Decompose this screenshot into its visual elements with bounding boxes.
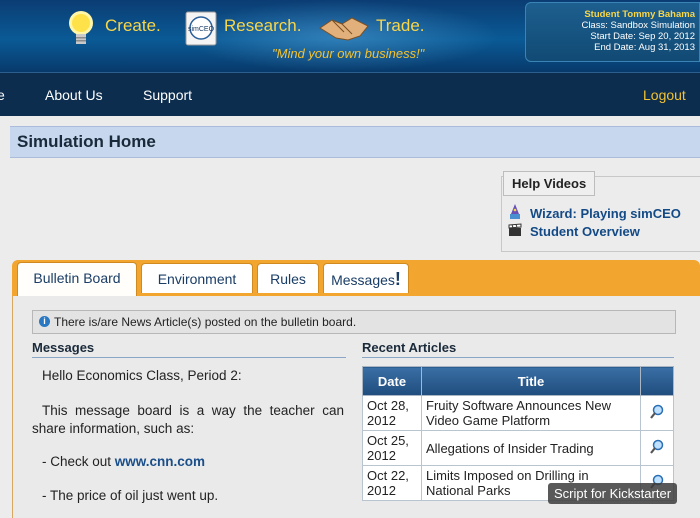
class-name: Class: Sandbox Simulation — [581, 20, 695, 31]
student-name: Student Tommy Bahama — [584, 9, 695, 20]
message-item-cnn-prefix: - Check out — [42, 454, 112, 469]
tab-environment-label: Environment — [157, 271, 237, 287]
recent-articles-heading: Recent Articles — [362, 340, 674, 358]
magnifier-icon — [650, 439, 664, 454]
message-paragraph: This message board is a way the teacher … — [32, 403, 344, 436]
message-item-cnn: - Check out www.cnn.com — [42, 454, 205, 469]
messages-heading: Messages — [32, 340, 346, 358]
tab-messages-label: Messages — [331, 272, 395, 288]
logout-link[interactable]: Logout — [643, 87, 686, 103]
article-date: Oct 28, 2012 — [362, 395, 422, 431]
content-area: Simulation Home Help Videos Wizard: Play… — [0, 116, 700, 518]
start-date: Start Date: Sep 20, 2012 — [590, 31, 695, 42]
view-article-button[interactable] — [640, 430, 674, 466]
help-videos-legend: Help Videos — [503, 171, 596, 196]
messages-alert-badge: ! — [394, 269, 401, 289]
nav-item-about-us[interactable]: About Us — [45, 87, 103, 103]
student-info-box: Student Tommy Bahama Class: Sandbox Simu… — [525, 2, 700, 62]
simceo-logo-icon: simCEO — [185, 11, 217, 46]
tab-messages[interactable]: Messages! — [323, 263, 409, 293]
recent-articles-table: Date Title Oct 28, 2012 Fruity Software … — [362, 366, 674, 501]
message-item-oil: - The price of oil just went up. — [42, 488, 219, 503]
magnifier-icon — [650, 404, 664, 419]
table-header-row: Date Title — [362, 366, 674, 396]
table-row[interactable]: Oct 25, 2012 Allegations of Insider Trad… — [362, 430, 674, 466]
help-link-student-overview[interactable]: Student Overview — [530, 224, 640, 239]
col-date: Date — [362, 366, 422, 396]
nav-item-home[interactable]: e — [0, 87, 5, 103]
tab-rules[interactable]: Rules — [257, 263, 319, 293]
page-title-bar: Simulation Home — [10, 126, 700, 158]
news-notice-text: There is/are News Article(s) posted on t… — [54, 315, 357, 329]
tab-rules-label: Rules — [270, 271, 306, 287]
main-nav: e About Us Support Logout — [0, 72, 700, 117]
tab-bulletin-board[interactable]: Bulletin Board — [17, 262, 137, 296]
kickstarter-script-overlay: Script for Kickstarter — [548, 483, 678, 504]
brand-research-label: Research. — [224, 16, 302, 35]
end-date: End Date: Aug 31, 2013 — [594, 42, 695, 53]
news-notice: i There is/are News Article(s) posted on… — [32, 310, 676, 334]
svg-text:simCEO: simCEO — [188, 26, 215, 33]
tab-environment[interactable]: Environment — [141, 263, 253, 293]
lightbulb-icon — [69, 11, 93, 44]
brand-create-label: Create. — [105, 16, 161, 35]
brand-trade-label: Trade. — [376, 16, 425, 35]
article-title[interactable]: Fruity Software Announces New Video Game… — [421, 395, 641, 431]
view-article-button[interactable] — [640, 395, 674, 431]
info-icon: i — [39, 316, 50, 327]
help-link-wizard[interactable]: Wizard: Playing simCEO — [530, 206, 681, 221]
col-title: Title — [421, 366, 641, 396]
table-row[interactable]: Oct 28, 2012 Fruity Software Announces N… — [362, 395, 674, 431]
message-greeting: Hello Economics Class, Period 2: — [42, 368, 242, 383]
wizard-icon — [510, 204, 520, 219]
cnn-link[interactable]: www.cnn.com — [115, 454, 205, 469]
nav-item-support[interactable]: Support — [143, 87, 192, 103]
col-view — [640, 366, 674, 396]
clapperboard-icon — [508, 223, 522, 236]
article-date: Oct 25, 2012 — [362, 430, 422, 466]
article-title[interactable]: Allegations of Insider Trading — [421, 430, 641, 466]
article-date: Oct 22, 2012 — [362, 465, 422, 501]
handshake-icon — [319, 17, 369, 41]
tagline: "Mind your own business!" — [272, 46, 425, 61]
tab-bulletin-board-label: Bulletin Board — [33, 270, 121, 286]
page-title: Simulation Home — [17, 132, 156, 151]
